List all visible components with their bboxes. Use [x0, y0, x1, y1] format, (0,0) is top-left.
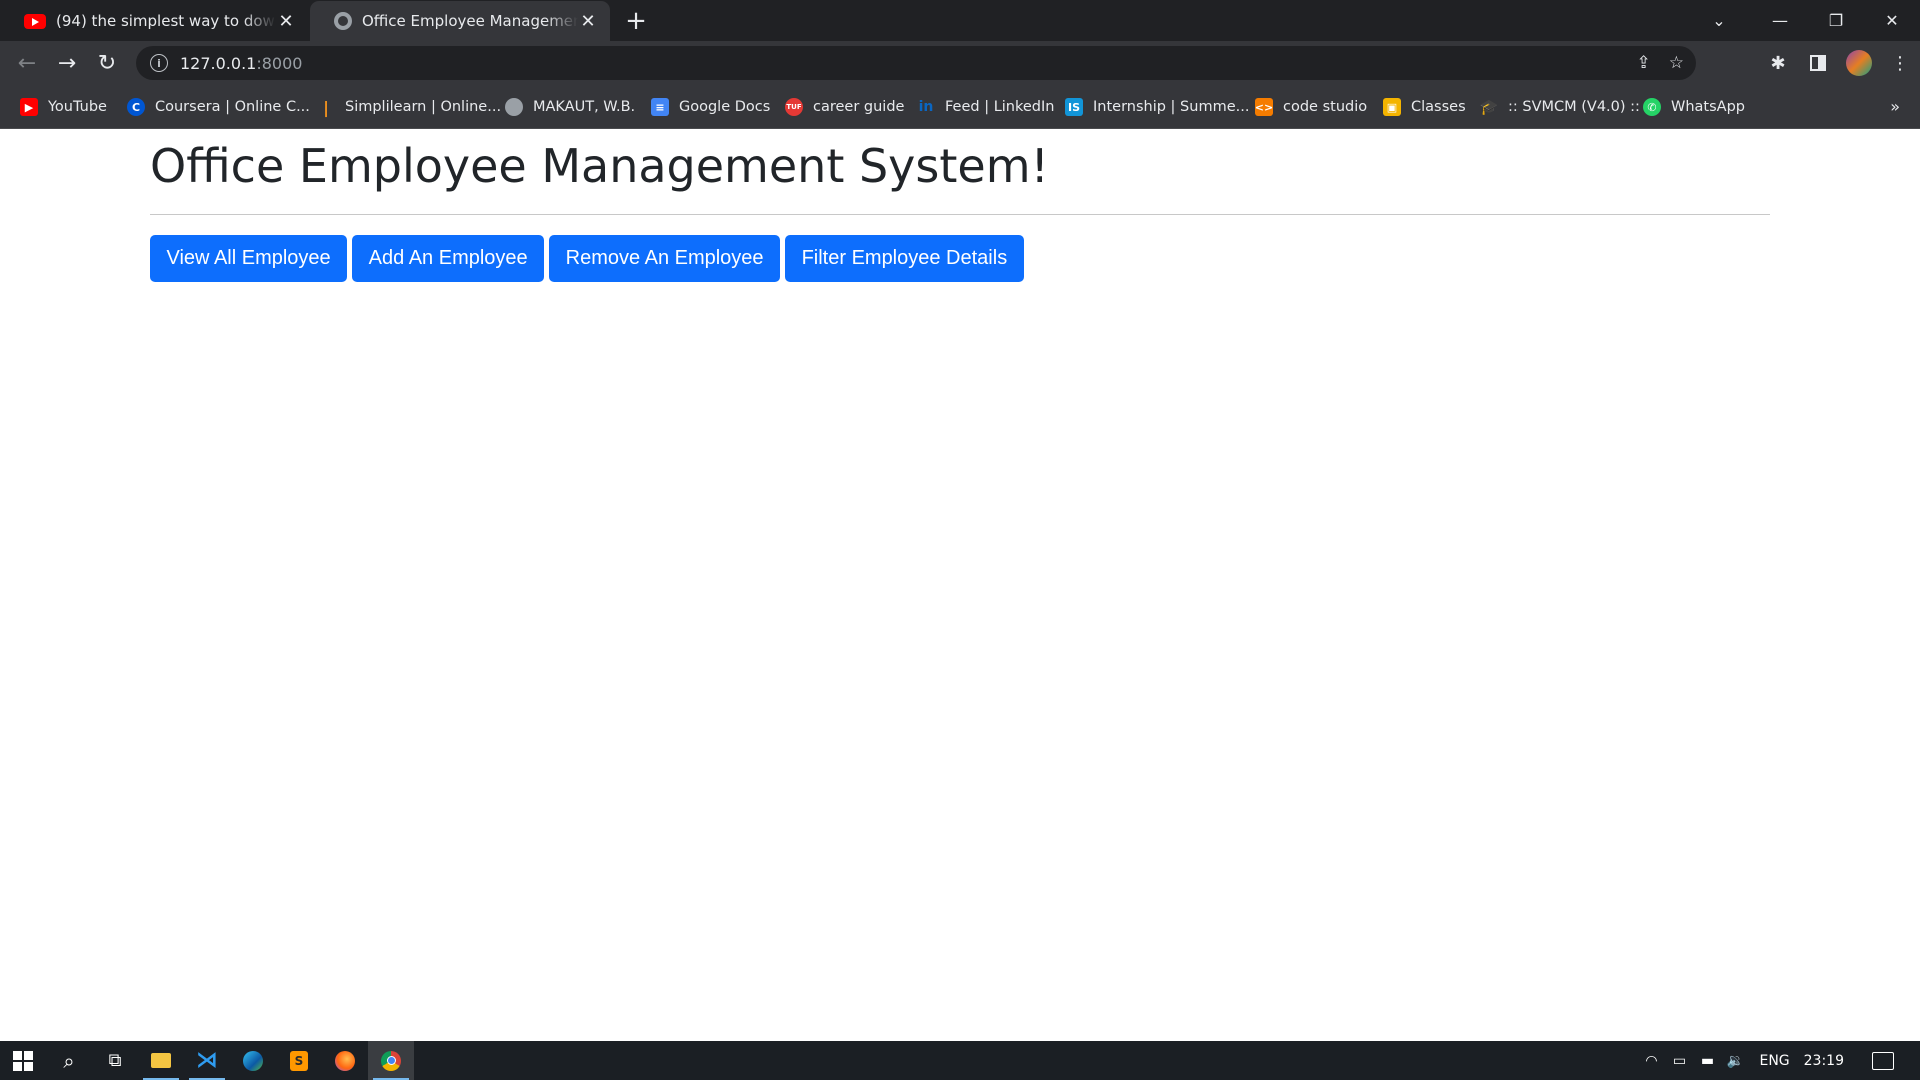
linkedin-icon: in: [918, 99, 934, 115]
profile-avatar[interactable]: [1846, 50, 1872, 76]
close-icon[interactable]: ✕: [578, 11, 598, 32]
bookmark-google-docs[interactable]: ≡ Google Docs: [651, 95, 770, 119]
page-viewport: Office Employee Management System! View …: [0, 129, 1920, 1041]
window-controls: — ❐ ✕: [1752, 0, 1920, 40]
action-button-group: View All Employee Add An Employee Remove…: [150, 235, 1770, 282]
address-bar[interactable]: i 127.0.0.1:8000 ⇪ ☆: [136, 46, 1696, 80]
graduation-cap-icon: 🎓: [1479, 98, 1499, 116]
clock[interactable]: 23:19: [1804, 1053, 1844, 1069]
site-info-icon[interactable]: i: [150, 54, 168, 72]
task-view-icon[interactable]: ⧉: [92, 1041, 138, 1080]
bookmark-makaut[interactable]: MAKAUT, W.B.: [505, 95, 635, 119]
youtube-icon: [24, 13, 46, 29]
content-container: Office Employee Management System! View …: [150, 129, 1770, 282]
forward-icon[interactable]: →: [50, 47, 84, 79]
bookmarks-bar: ▶ YouTube C Coursera | Online C... | Sim…: [0, 85, 1920, 129]
browser-tab-strip: (94) the simplest way to download ✕ Offi…: [0, 0, 1920, 41]
codestudio-icon: <>: [1255, 98, 1273, 116]
bookmark-internshala[interactable]: IS Internship | Summe...: [1065, 95, 1249, 119]
coursera-icon: C: [127, 98, 145, 116]
file-explorer-icon[interactable]: [138, 1041, 184, 1080]
tab-title: Office Employee Management System: [362, 12, 578, 30]
meet-now-icon[interactable]: ▭: [1665, 1053, 1693, 1069]
internshala-icon: IS: [1065, 98, 1083, 116]
wifi-icon[interactable]: ◠: [1637, 1053, 1665, 1069]
bookmark-career-guide[interactable]: TUF career guide: [785, 95, 904, 119]
new-tab-button[interactable]: +: [620, 6, 652, 36]
page-title: Office Employee Management System!: [150, 139, 1049, 193]
globe-icon: [505, 98, 523, 116]
tab-office-employee-management[interactable]: Office Employee Management System ✕: [310, 1, 610, 41]
firefox-icon[interactable]: [322, 1041, 368, 1080]
vscode-icon[interactable]: ⋊: [184, 1041, 230, 1080]
close-icon[interactable]: ✕: [276, 11, 296, 32]
minimize-icon[interactable]: —: [1752, 0, 1808, 40]
address-url[interactable]: 127.0.0.1:8000: [180, 54, 302, 73]
tab-youtube[interactable]: (94) the simplest way to download ✕: [0, 1, 308, 41]
browser-toolbar: ← → ↻ i 127.0.0.1:8000 ⇪ ☆ ✱ ⋮: [0, 41, 1920, 85]
whatsapp-icon: ✆: [1643, 98, 1661, 116]
edge-icon[interactable]: [230, 1041, 276, 1080]
share-icon[interactable]: ⇪: [1637, 53, 1651, 73]
tuf-icon: TUF: [785, 98, 803, 116]
restore-icon[interactable]: ❐: [1808, 0, 1864, 40]
start-icon[interactable]: [0, 1041, 46, 1080]
notification-center-icon[interactable]: [1872, 1051, 1894, 1070]
tab-title: (94) the simplest way to download: [56, 12, 276, 30]
chrome-icon[interactable]: [368, 1041, 414, 1080]
bookmark-svmcm[interactable]: 🎓 :: SVMCM (V4.0) ::: [1480, 95, 1640, 119]
remove-employee-button[interactable]: Remove An Employee: [549, 235, 781, 282]
reload-icon[interactable]: ↻: [90, 47, 124, 79]
globe-icon: [334, 12, 352, 30]
close-window-icon[interactable]: ✕: [1864, 0, 1920, 40]
bookmark-linkedin[interactable]: in Feed | LinkedIn: [917, 95, 1055, 119]
tab-search-icon[interactable]: ⌄: [1702, 4, 1736, 36]
back-icon[interactable]: ←: [10, 47, 44, 79]
windows-taskbar: ⌕ ⧉ ⋊ S ◠ ▭ ▬ 🔉 ENG 23:19: [0, 1041, 1920, 1080]
divider: [150, 214, 1770, 215]
bookmark-star-icon[interactable]: ☆: [1669, 53, 1684, 73]
google-classroom-icon: ▣: [1383, 98, 1401, 116]
view-all-employee-button[interactable]: View All Employee: [150, 235, 348, 282]
filter-employee-details-button[interactable]: Filter Employee Details: [785, 235, 1024, 282]
bookmark-classes[interactable]: ▣ Classes: [1383, 95, 1466, 119]
add-employee-button[interactable]: Add An Employee: [352, 235, 545, 282]
google-docs-icon: ≡: [651, 98, 669, 116]
youtube-icon: ▶: [20, 98, 38, 116]
sublime-text-icon[interactable]: S: [276, 1041, 322, 1080]
bookmark-coursera[interactable]: C Coursera | Online C...: [127, 95, 310, 119]
simplilearn-icon: |: [323, 97, 329, 117]
extensions-icon[interactable]: ✱: [1758, 47, 1798, 79]
language-indicator[interactable]: ENG: [1759, 1053, 1789, 1069]
volume-icon[interactable]: 🔉: [1721, 1053, 1749, 1069]
battery-icon[interactable]: ▬: [1693, 1053, 1721, 1069]
bookmark-youtube[interactable]: ▶ YouTube: [20, 95, 107, 119]
bookmark-code-studio[interactable]: <> code studio: [1255, 95, 1367, 119]
bookmark-simplilearn[interactable]: | Simplilearn | Online...: [317, 95, 501, 119]
search-icon[interactable]: ⌕: [46, 1041, 92, 1080]
side-panel-icon[interactable]: [1798, 47, 1838, 79]
bookmark-whatsapp[interactable]: ✆ WhatsApp: [1643, 95, 1745, 119]
bookmarks-overflow-icon[interactable]: »: [1890, 97, 1900, 116]
menu-icon[interactable]: ⋮: [1880, 47, 1920, 79]
system-tray: ◠ ▭ ▬ 🔉 ENG 23:19: [1637, 1041, 1920, 1080]
